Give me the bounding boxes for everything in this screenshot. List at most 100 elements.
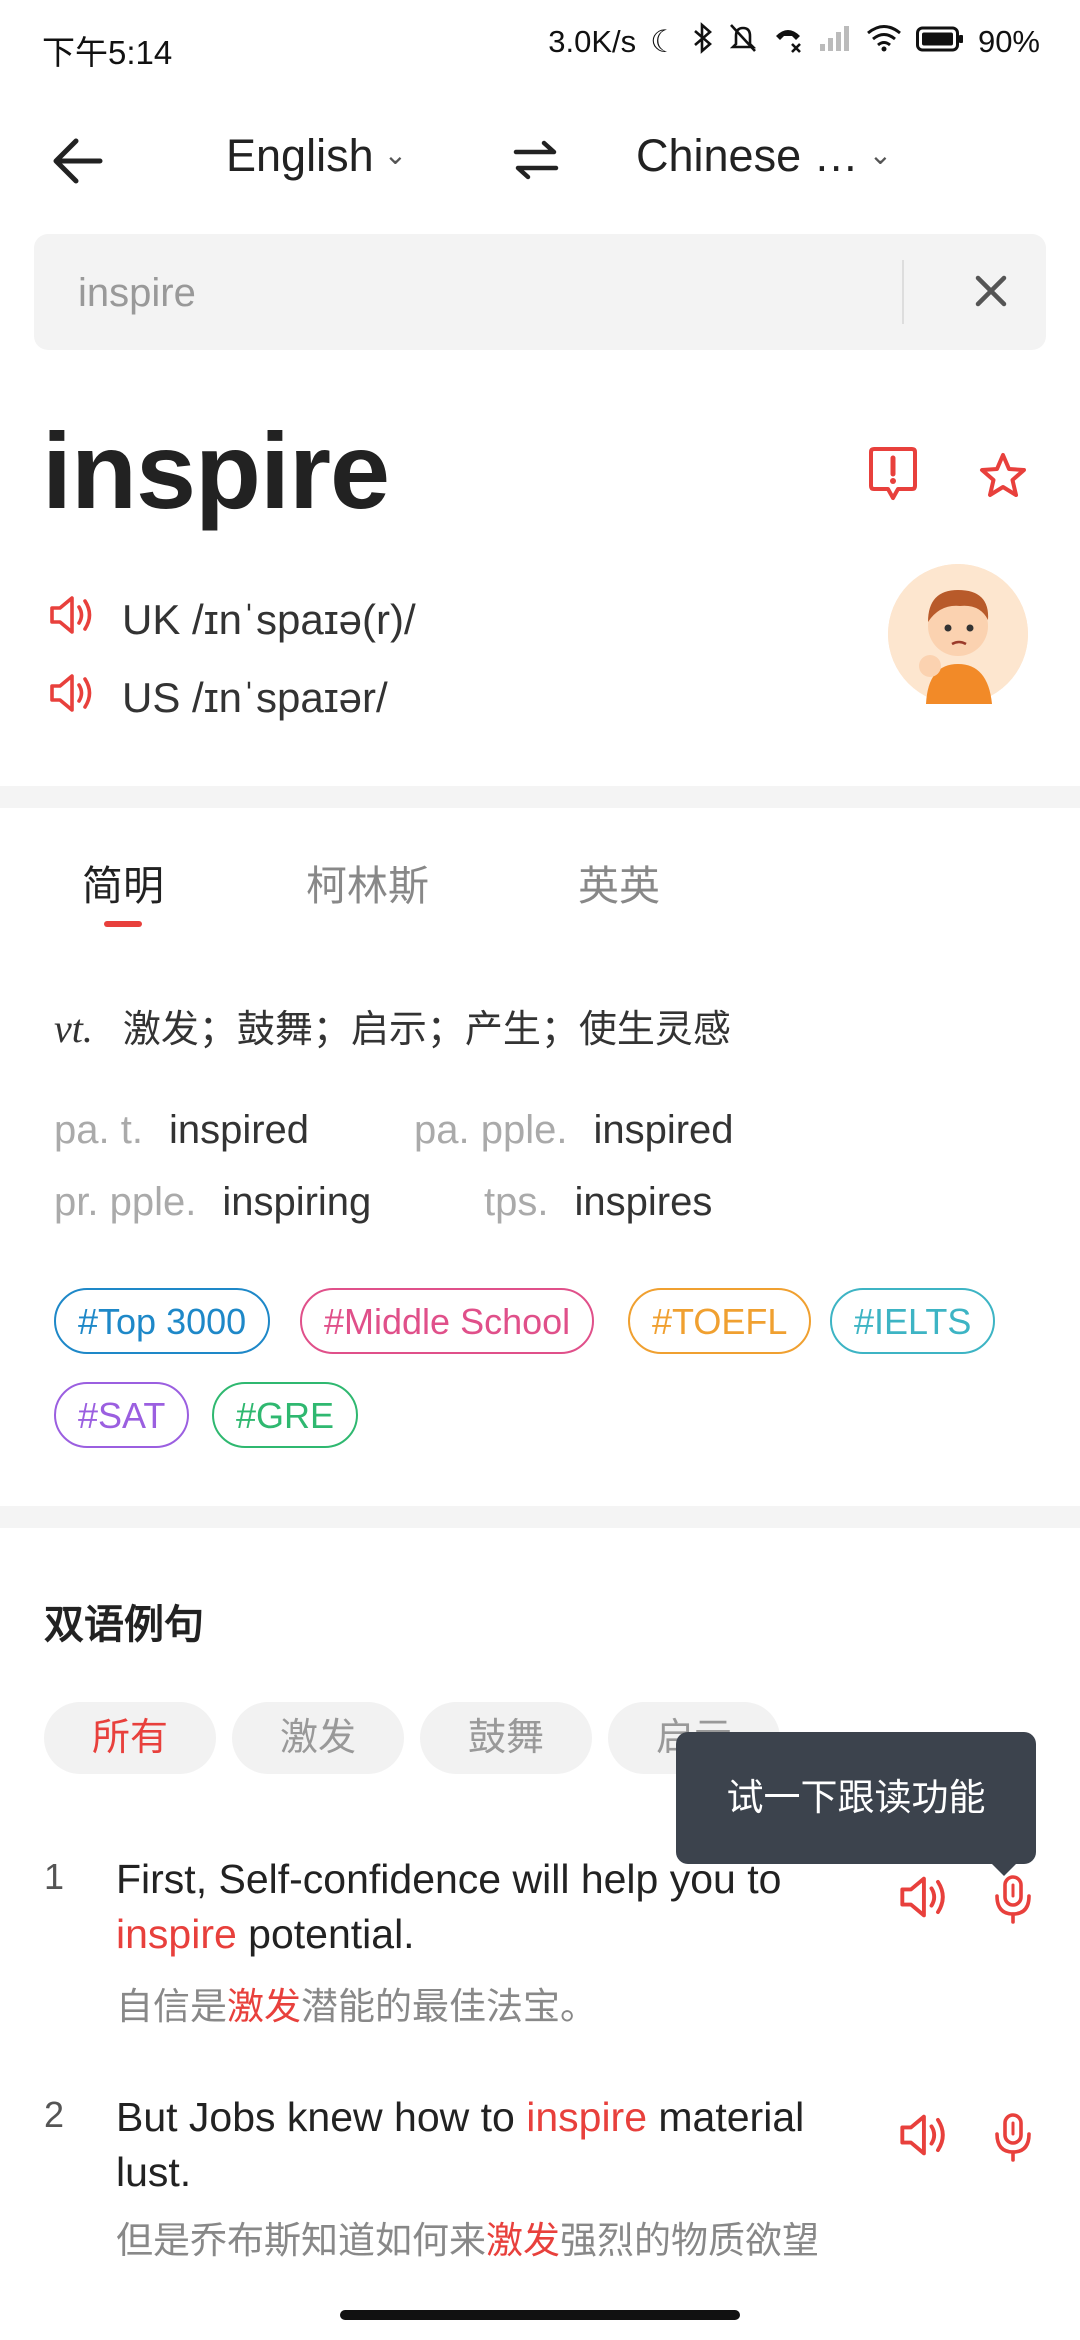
example-english: But Jobs knew how to inspire material lu…	[116, 2090, 876, 2200]
example-keyword: 激发	[227, 1986, 301, 2027]
example-keyword: 激发	[486, 2220, 560, 2261]
example-text: 潜能的最佳法宝。	[301, 1986, 597, 2027]
word-form: pa. t. inspired	[54, 1108, 309, 1153]
speaker-icon	[50, 674, 92, 712]
word-form-value[interactable]: inspires	[574, 1180, 712, 1224]
microphone-icon	[995, 2113, 1031, 2162]
example-text: 自信是	[116, 1986, 227, 2027]
section-divider	[0, 1506, 1080, 1528]
top-nav: English ⌄ Chinese … ⌄	[0, 110, 1080, 210]
home-indicator[interactable]	[340, 2310, 740, 2320]
example-number: 1	[44, 1856, 65, 1897]
play-example-button[interactable]	[898, 1874, 962, 1938]
chevron-down-icon: ⌄	[383, 138, 408, 170]
mascot-avatar[interactable]	[888, 564, 1028, 704]
definition-meaning: 激发；鼓舞；启示；产生；使生灵感	[122, 1009, 731, 1051]
word-form: pr. pple. inspiring	[54, 1180, 371, 1225]
speaker-icon	[50, 596, 92, 634]
microphone-icon	[995, 1875, 1031, 1924]
pronunciation-us: US /ɪnˈspaɪər/	[48, 672, 388, 724]
example-text: First, Self-confidence will help you to	[116, 1856, 782, 1902]
swap-icon	[513, 140, 559, 180]
tab-collins[interactable]: 柯林斯	[306, 852, 429, 912]
us-speaker-button[interactable]	[48, 672, 98, 724]
battery-icon	[915, 24, 964, 60]
uk-ipa: /ɪnˈspaɪə(r)/	[192, 596, 416, 643]
word-form-value[interactable]: inspired	[593, 1108, 733, 1152]
word-form-value[interactable]: inspiring	[222, 1180, 371, 1224]
word-form-key: pa. t.	[54, 1108, 143, 1152]
speaker-icon	[900, 1876, 945, 1918]
example-chinese: 自信是激发潜能的最佳法宝。	[116, 1980, 876, 2034]
status-icons: 3.0K/s ☾ 90%	[548, 22, 1040, 62]
section-divider	[0, 786, 1080, 808]
bluetooth-icon	[692, 22, 714, 62]
tag-toefl[interactable]: #TOEFL	[628, 1288, 812, 1354]
arrow-left-icon	[53, 138, 103, 184]
report-button[interactable]	[866, 446, 920, 509]
example-keyword: inspire	[526, 2094, 648, 2140]
part-of-speech: vt.	[54, 1006, 93, 1051]
example-keyword: inspire	[116, 1911, 237, 1957]
tag-ielts[interactable]: #IELTS	[830, 1288, 996, 1354]
clear-search-button[interactable]	[956, 256, 1026, 326]
tab-concise[interactable]: 简明	[82, 852, 164, 912]
record-example-button[interactable]	[990, 2112, 1054, 2176]
us-ipa: /ɪnˈspaɪər/	[192, 674, 388, 721]
battery-percent: 90%	[977, 24, 1040, 59]
speaker-icon	[900, 2114, 945, 2156]
star-icon	[980, 453, 1026, 497]
example-english: First, Self-confidence will help you to …	[116, 1852, 876, 1962]
wifi-icon	[866, 24, 902, 60]
example-text: But Jobs knew how to	[116, 2094, 527, 2140]
signal-icon	[818, 24, 852, 60]
filter-chip[interactable]: 鼓舞	[420, 1702, 592, 1774]
moon-icon: ☾	[650, 24, 678, 59]
play-example-button[interactable]	[898, 2112, 962, 2176]
example-text: potential.	[236, 1911, 415, 1957]
back-button[interactable]	[48, 134, 108, 188]
word-form: tps. inspires	[484, 1180, 712, 1225]
record-example-button[interactable]	[990, 1874, 1054, 1938]
search-bar	[34, 234, 1046, 352]
filter-chip[interactable]: 激发	[232, 1702, 404, 1774]
word-form: pa. pple. inspired	[414, 1108, 734, 1153]
headword: inspire	[42, 410, 390, 531]
status-time: 下午5:14	[42, 34, 173, 71]
example-text: 强烈的物质欲望	[560, 2220, 819, 2261]
source-language-label: English	[226, 130, 374, 181]
pronunciation-uk: UK /ɪnˈspaɪə(r)/	[48, 594, 416, 646]
us-label: US	[122, 674, 181, 721]
search-divider	[902, 260, 904, 324]
read-along-tooltip[interactable]: 试一下跟读功能	[676, 1732, 1036, 1864]
target-language-select[interactable]: Chinese … ⌄	[636, 130, 892, 182]
tab-english-english[interactable]: 英英	[578, 852, 660, 912]
chevron-down-icon: ⌄	[868, 138, 893, 170]
close-icon	[975, 275, 1007, 307]
status-bar: 下午5:14 3.0K/s ☾ 90%	[0, 0, 1080, 96]
report-icon	[869, 447, 917, 500]
tag-gre[interactable]: #GRE	[212, 1382, 359, 1448]
example-text: 但是乔布斯知道如何来	[116, 2220, 486, 2261]
search-input[interactable]	[76, 234, 900, 352]
examples-title: 双语例句	[44, 1603, 204, 1647]
word-form-value[interactable]: inspired	[169, 1108, 309, 1152]
definition: vt. 激发；鼓舞；启示；产生；使生灵感	[54, 998, 731, 1053]
tag-sat[interactable]: #SAT	[54, 1382, 190, 1448]
target-language-label: Chinese …	[636, 130, 859, 181]
favorite-button[interactable]	[978, 452, 1028, 505]
call-icon	[772, 22, 804, 62]
net-speed: 3.0K/s	[548, 24, 637, 59]
source-language-select[interactable]: English ⌄	[226, 130, 407, 182]
tag-middle-school[interactable]: #Middle School	[300, 1288, 595, 1354]
uk-speaker-button[interactable]	[48, 594, 98, 646]
word-form-key: pa. pple.	[414, 1108, 568, 1152]
filter-chip-all[interactable]: 所有	[44, 1702, 216, 1774]
boy-thinking-icon	[888, 564, 1028, 704]
example-chinese: 但是乔布斯知道如何来激发强烈的物质欲望	[116, 2214, 876, 2304]
word-form-key: pr. pple.	[54, 1180, 197, 1224]
mute-bell-icon	[728, 22, 758, 62]
word-form-key: tps.	[484, 1180, 549, 1224]
swap-languages-button[interactable]	[512, 138, 560, 187]
tag-top3000[interactable]: #Top 3000	[54, 1288, 271, 1354]
